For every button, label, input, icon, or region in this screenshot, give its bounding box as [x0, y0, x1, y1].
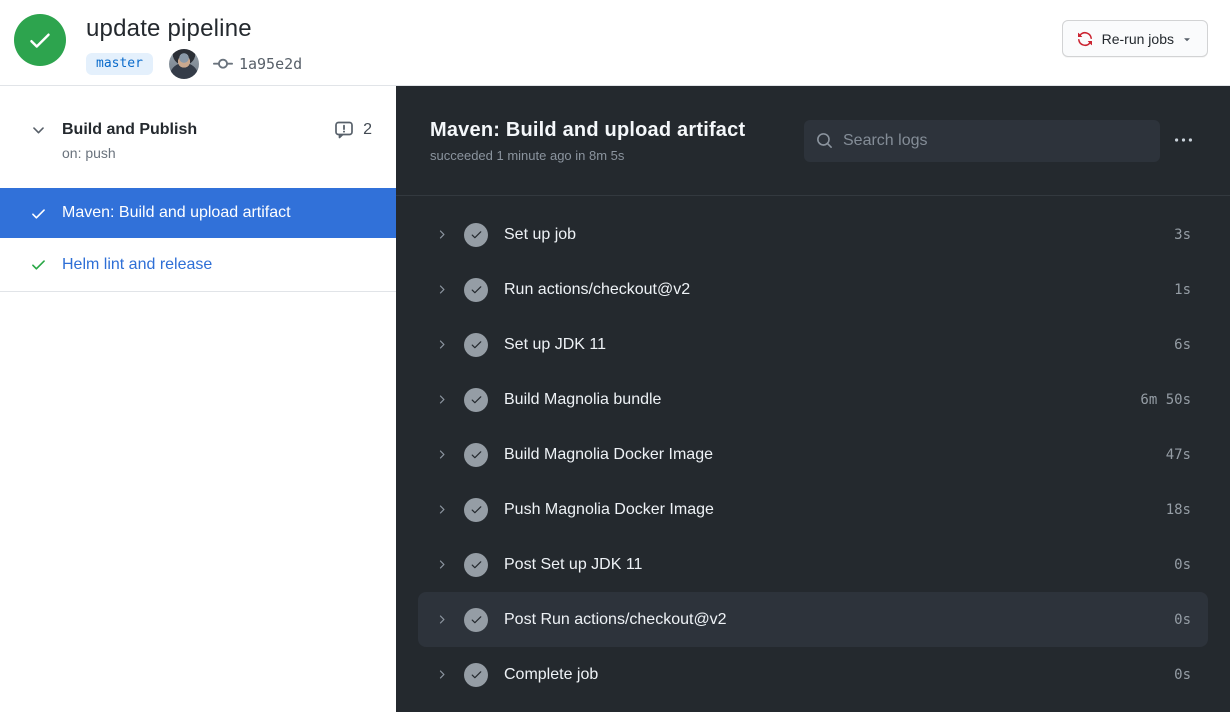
search-logs-box[interactable]: [804, 119, 1160, 162]
chevron-right-icon[interactable]: [435, 613, 448, 626]
chevron-down-icon[interactable]: [30, 122, 47, 139]
search-icon: [817, 133, 832, 148]
step-duration: 0s: [1174, 611, 1191, 628]
step-success-icon: [464, 332, 488, 357]
job-list: Maven: Build and upload artifact Helm li…: [0, 188, 396, 292]
avatar[interactable]: [168, 49, 199, 79]
run-status-success-icon: [14, 14, 66, 66]
step-duration: 6s: [1174, 336, 1191, 353]
step-duration: 1s: [1174, 281, 1191, 298]
step-success-icon: [464, 277, 488, 302]
step-success-icon: [464, 607, 488, 632]
job-title: Maven: Build and upload artifact: [430, 118, 746, 141]
step-success-icon: [464, 662, 488, 687]
job-name: Helm lint and release: [62, 255, 213, 273]
rerun-jobs-button[interactable]: Re-run jobs: [1061, 20, 1208, 57]
chevron-right-icon[interactable]: [435, 668, 448, 681]
step-name: Push Magnolia Docker Image: [504, 500, 714, 518]
step-duration: 0s: [1174, 666, 1191, 683]
step-row[interactable]: Build Magnolia bundle 6m 50s: [418, 372, 1208, 427]
step-row[interactable]: Build Magnolia Docker Image 47s: [418, 427, 1208, 482]
chevron-right-icon[interactable]: [435, 503, 448, 516]
workflow-name: Build and Publish: [62, 121, 198, 138]
step-success-icon: [464, 552, 488, 577]
chevron-down-icon: [1184, 37, 1190, 41]
git-commit-icon: [212, 58, 233, 69]
step-name: Post Run actions/checkout@v2: [504, 610, 727, 628]
step-name: Build Magnolia bundle: [504, 390, 662, 408]
rerun-jobs-label: Re-run jobs: [1101, 30, 1174, 47]
run-header: update pipeline master 1a95e2d Re-run jo…: [0, 0, 1230, 86]
chevron-right-icon[interactable]: [435, 338, 448, 351]
step-duration: 47s: [1165, 446, 1191, 463]
check-icon: [32, 260, 45, 270]
step-row[interactable]: Set up JDK 11 6s: [418, 317, 1208, 372]
step-row[interactable]: Set up job 3s: [418, 207, 1208, 262]
step-list: Set up job 3s Run actions/checkout@v2 1s…: [396, 196, 1230, 702]
chevron-right-icon[interactable]: [435, 283, 448, 296]
workflow-trigger: on: push: [62, 145, 116, 161]
step-name: Build Magnolia Docker Image: [504, 445, 713, 463]
step-success-icon: [464, 387, 488, 412]
step-name: Set up JDK 11: [504, 335, 606, 353]
job-name: Maven: Build and upload artifact: [62, 204, 291, 221]
check-icon: [32, 208, 45, 219]
step-row[interactable]: Post Set up JDK 11 0s: [418, 537, 1208, 592]
commit-sha: 1a95e2d: [238, 55, 303, 73]
chevron-right-icon[interactable]: [435, 448, 448, 461]
job-status-line: succeeded 1 minute ago in 8m 5s: [430, 147, 625, 163]
annotations-count: 2: [363, 121, 372, 138]
step-row[interactable]: Complete job 0s: [418, 647, 1208, 702]
step-duration: 3s: [1174, 226, 1191, 243]
run-title: update pipeline: [86, 15, 252, 42]
step-duration: 6m 50s: [1140, 391, 1191, 408]
step-row[interactable]: Post Run actions/checkout@v2 0s: [418, 592, 1208, 647]
step-duration: 18s: [1165, 501, 1191, 518]
chevron-right-icon[interactable]: [435, 558, 448, 571]
job-log-panel: Maven: Build and upload artifact succeed…: [396, 86, 1230, 712]
step-success-icon: [464, 222, 488, 247]
commit-link[interactable]: 1a95e2d: [212, 54, 303, 74]
chevron-right-icon[interactable]: [435, 393, 448, 406]
step-success-icon: [464, 442, 488, 467]
sync-icon: [1077, 31, 1092, 46]
step-name: Run actions/checkout@v2: [504, 280, 691, 298]
step-row[interactable]: Run actions/checkout@v2 1s: [418, 262, 1208, 317]
log-settings-button[interactable]: [1160, 120, 1206, 162]
step-name: Set up job: [504, 225, 577, 243]
annotations-indicator[interactable]: 2: [334, 120, 372, 140]
sidebar-job-item[interactable]: Helm lint and release: [0, 238, 396, 292]
step-row[interactable]: Push Magnolia Docker Image 18s: [418, 482, 1208, 537]
sidebar-job-item[interactable]: Maven: Build and upload artifact: [0, 188, 396, 238]
step-success-icon: [464, 497, 488, 522]
comment-alert-icon: [335, 121, 353, 139]
step-name: Complete job: [504, 665, 599, 683]
kebab-horizontal-icon: [1174, 138, 1192, 142]
step-duration: 0s: [1174, 556, 1191, 573]
chevron-right-icon[interactable]: [435, 228, 448, 241]
branch-badge[interactable]: master: [86, 53, 153, 75]
workflow-sidebar: Build and Publish 2 on: push Maven: Buil…: [0, 86, 396, 712]
step-name: Post Set up JDK 11: [504, 555, 643, 573]
search-logs-input[interactable]: [843, 131, 1148, 150]
